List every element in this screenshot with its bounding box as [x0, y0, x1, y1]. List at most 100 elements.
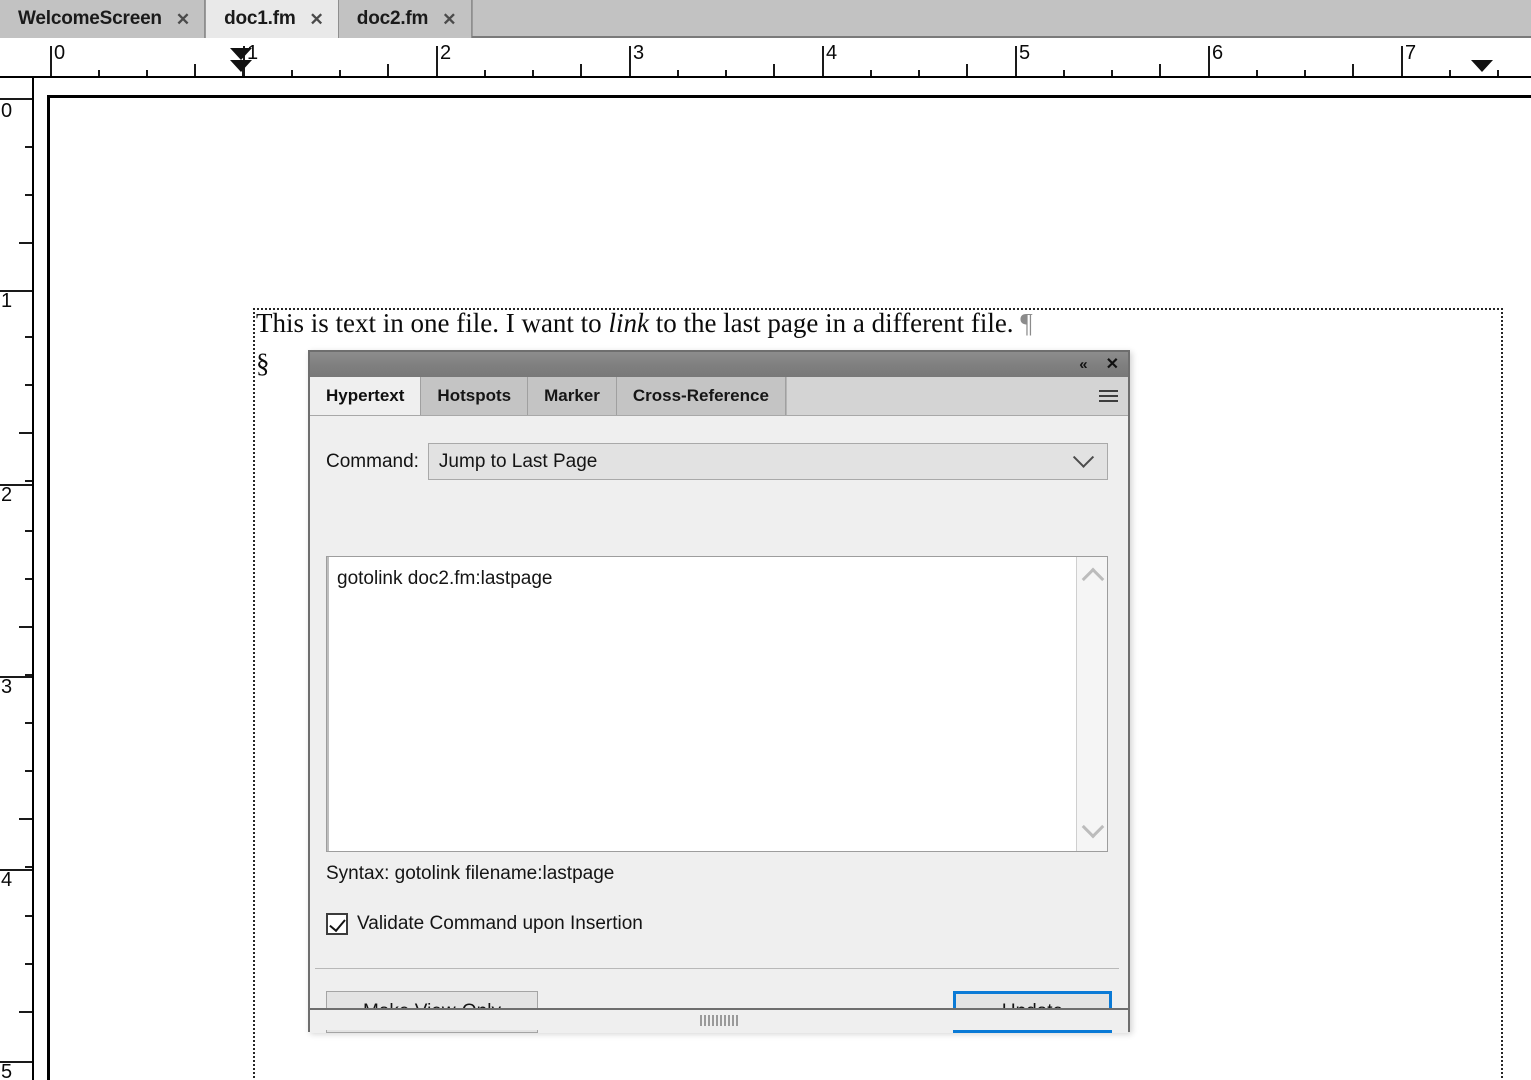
- ruler-tick-half: [19, 242, 32, 244]
- command-row: Command: Jump to Last Page: [326, 443, 1108, 480]
- chevron-up-icon[interactable]: [1081, 567, 1105, 591]
- tab-label: Hypertext: [326, 386, 405, 405]
- document-tab-doc1[interactable]: doc1.fm ✕: [205, 0, 339, 38]
- close-icon[interactable]: ✕: [176, 11, 190, 28]
- ruler-tick-half: [19, 626, 32, 628]
- ruler-tick-half: [580, 64, 582, 76]
- tab-label: Hotspots: [437, 386, 512, 405]
- body-text-before-link: This is text in one file. I want to: [256, 308, 609, 338]
- ruler-tick-major: [436, 46, 438, 76]
- body-paragraph-line: This is text in one file. I want to link…: [256, 303, 1516, 343]
- tab-label: Cross-Reference: [632, 386, 769, 405]
- document-tab-label: WelcomeScreen: [18, 8, 162, 29]
- ruler-tick-minor: [25, 384, 32, 386]
- panel-title-bar[interactable]: « ✕: [310, 352, 1128, 377]
- ruler-tick-half: [19, 1011, 32, 1013]
- ruler-tick-minor: [1111, 70, 1113, 76]
- command-label: Command:: [326, 450, 419, 472]
- first-line-indent-marker[interactable]: [230, 48, 252, 60]
- ruler-tick-minor: [291, 70, 293, 76]
- ruler-tick-minor: [25, 578, 32, 580]
- ruler-number: 4: [1, 869, 13, 891]
- command-selected-value: Jump to Last Page: [438, 450, 598, 472]
- ruler-tick-minor: [98, 70, 100, 76]
- horizontal-ruler[interactable]: 0 1 2 3 4 5 6 7: [0, 38, 1531, 78]
- ruler-tick-major: [629, 46, 631, 76]
- check-icon: [329, 914, 346, 933]
- ruler-tick-half: [966, 64, 968, 76]
- tab-hotspots[interactable]: Hotspots: [421, 377, 529, 415]
- body-text-after-link: to the last page in a different file.: [648, 308, 1021, 338]
- ruler-tick-minor: [25, 336, 32, 338]
- validate-command-checkbox-row[interactable]: Validate Command upon Insertion: [326, 913, 643, 935]
- ruler-tick-half: [19, 818, 32, 820]
- panel-body: Command: Jump to Last Page gotolink doc2…: [310, 416, 1128, 1033]
- ruler-tick-minor: [677, 70, 679, 76]
- ruler-tick-major: [1015, 46, 1017, 76]
- ruler-tick-minor: [25, 866, 32, 868]
- ruler-tick-minor: [1497, 70, 1499, 76]
- ruler-tick-minor: [870, 70, 872, 76]
- right-indent-marker[interactable]: [1471, 60, 1493, 72]
- ruler-tick-half: [1352, 64, 1354, 76]
- hypertext-panel[interactable]: « ✕ Hypertext Hotspots Marker Cross-Refe…: [308, 350, 1130, 1033]
- vertical-ruler[interactable]: 0 1 2 3 4 5: [0, 78, 34, 1080]
- ruler-tick-major: [1401, 46, 1403, 76]
- command-dropdown[interactable]: Jump to Last Page: [427, 443, 1108, 480]
- ruler-tick-minor: [25, 915, 32, 917]
- body-text-link-word[interactable]: link: [608, 308, 649, 338]
- ruler-number: 0: [1, 100, 13, 122]
- ruler-tick-major: [50, 46, 52, 76]
- validate-command-checkbox[interactable]: [326, 913, 348, 935]
- ruler-tick-minor: [1449, 70, 1451, 76]
- ruler-tick-half: [1159, 64, 1161, 76]
- panel-divider: [315, 968, 1119, 969]
- ruler-tick-minor: [339, 70, 341, 76]
- panel-tab-filler: [785, 377, 1128, 415]
- ruler-tick-minor: [725, 70, 727, 76]
- ruler-number: 5: [1, 1061, 13, 1080]
- hamburger-menu-icon[interactable]: [1099, 390, 1118, 402]
- collapse-icon[interactable]: «: [1079, 357, 1087, 372]
- ruler-tick-minor: [1063, 70, 1065, 76]
- ruler-tick-minor: [1256, 70, 1258, 76]
- ruler-number: 2: [440, 42, 452, 64]
- ruler-tick-minor: [1304, 70, 1306, 76]
- document-tab-bar: WelcomeScreen ✕ doc1.fm ✕ doc2.fm ✕: [0, 0, 1531, 38]
- ruler-number: 6: [1212, 42, 1224, 64]
- ruler-tick-minor: [25, 530, 32, 532]
- document-tab-doc2[interactable]: doc2.fm ✕: [338, 0, 472, 38]
- ruler-tick-major: [1208, 46, 1210, 76]
- close-icon[interactable]: ✕: [310, 11, 324, 28]
- ruler-number: 1: [1, 290, 13, 312]
- ruler-tick-half: [19, 432, 32, 434]
- tab-marker[interactable]: Marker: [528, 377, 617, 415]
- chevron-down-icon[interactable]: [1081, 815, 1105, 839]
- ruler-tick-minor: [25, 194, 32, 196]
- tab-label: Marker: [544, 386, 600, 405]
- ruler-tick-major: [822, 46, 824, 76]
- command-textarea-wrapper[interactable]: gotolink doc2.fm:lastpage: [326, 556, 1108, 852]
- ruler-tick-minor: [146, 70, 148, 76]
- tab-cross-reference[interactable]: Cross-Reference: [616, 377, 786, 415]
- command-textarea[interactable]: gotolink doc2.fm:lastpage: [327, 557, 1076, 851]
- panel-resize-footer[interactable]: [310, 1008, 1128, 1030]
- resize-grip-icon[interactable]: [700, 1014, 738, 1026]
- ruler-tick-minor: [25, 146, 32, 148]
- ruler-number: 3: [1, 676, 13, 698]
- close-icon[interactable]: ✕: [442, 11, 456, 28]
- pilcrow-mark: ¶: [1020, 308, 1033, 338]
- tab-hypertext[interactable]: Hypertext: [310, 377, 422, 415]
- document-tab-welcomescreen[interactable]: WelcomeScreen ✕: [0, 0, 206, 38]
- ruler-tick-half: [194, 64, 196, 76]
- ruler-tick-half: [773, 64, 775, 76]
- ruler-number: 4: [826, 42, 838, 64]
- textarea-scrollbar[interactable]: [1076, 557, 1107, 851]
- ruler-tick-minor: [532, 70, 534, 76]
- close-icon[interactable]: ✕: [1106, 356, 1119, 373]
- ruler-tick-minor: [918, 70, 920, 76]
- chevron-down-icon: [1072, 446, 1095, 468]
- left-indent-marker[interactable]: [230, 60, 252, 72]
- ruler-number: 3: [633, 42, 645, 64]
- ruler-tick-minor: [25, 722, 32, 724]
